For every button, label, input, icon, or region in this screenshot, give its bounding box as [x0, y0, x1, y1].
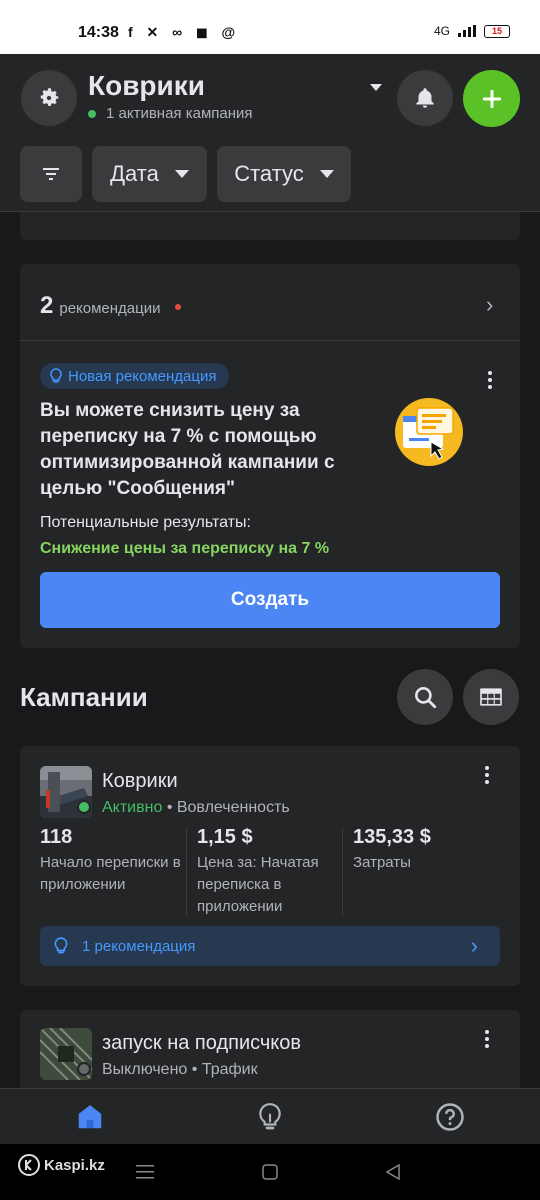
network-label: 4G [433, 24, 450, 38]
account-subtitle: 1 активная кампания [88, 105, 253, 122]
account-title[interactable]: Коврики [88, 70, 205, 102]
table-view-button[interactable] [463, 669, 519, 725]
lightbulb-icon [54, 937, 68, 954]
campaigns-title: Кампании [20, 682, 148, 712]
inactive-status-dot [77, 1062, 91, 1076]
add-campaign-button[interactable] [463, 70, 520, 127]
divider [20, 340, 520, 341]
header: Коврики 1 активная кампания Дата Статус [0, 54, 540, 212]
recommendations-header[interactable]: 2 рекомендации [40, 292, 181, 320]
nav-recommendations[interactable] [254, 1101, 286, 1133]
metric-label: Цена за: Начатая переписка в приложении [197, 854, 319, 915]
campaign-status-line: Выключено • Трафик [102, 1061, 258, 1079]
system-nav-bar: Kaspi.kz [0, 1144, 540, 1200]
messaging-illustration-icon [395, 398, 463, 466]
chevron-down-icon[interactable] [370, 84, 382, 91]
bottom-nav [0, 1088, 540, 1144]
gear-icon [40, 88, 59, 106]
status-filter-label: Статус [234, 161, 304, 186]
potential-results-label: Потенциальные результаты: [40, 514, 251, 531]
search-button[interactable] [397, 669, 453, 725]
metric-spend: 135,33 $ Затраты [353, 826, 503, 874]
recommendation-text: Вы можете снизить цену за переписку на 7… [40, 400, 335, 499]
campaign-objective: • Вовлеченность [166, 799, 290, 816]
chevron-right-icon: › [470, 933, 478, 958]
metric-value: 118 [40, 826, 73, 848]
campaign-card[interactable]: запуск на подписчков Выключено • Трафик [20, 1010, 520, 1088]
campaign-status: Активно [102, 799, 163, 816]
metric-label: Начало переписки в приложении [40, 854, 181, 893]
campaign-recommendation-bar[interactable]: 1 рекомендация › [40, 926, 500, 966]
unread-dot [174, 304, 181, 310]
metric-value: 135,33 $ [353, 826, 431, 848]
campaign-name: запуск на подписчков [102, 1032, 302, 1054]
recommendations-label: рекомендации [59, 300, 161, 317]
lightbulb-icon [50, 368, 62, 383]
metric-value: 1,15 $ [197, 826, 253, 848]
nav-help[interactable] [434, 1101, 466, 1133]
date-filter[interactable]: Дата [92, 146, 207, 202]
metric-cost-per: 1,15 $ Цена за: Начатая переписка в прил… [197, 826, 347, 918]
battery-icon: 15 [484, 24, 510, 38]
status-bar: 14:38 f ✕ ∞ ◼ @ 4G 15 [0, 0, 540, 54]
previous-card [20, 212, 520, 240]
menu-icon[interactable] [136, 1164, 154, 1180]
campaign-status-line: Активно • Вовлеченность [102, 799, 290, 817]
campaign-card[interactable]: Коврики Активно • Вовлеченность 118 Нача… [20, 746, 520, 986]
status-right: 4G 15 [434, 24, 510, 38]
potential-results-value: Снижение цены за переписку на 7 % [40, 540, 330, 557]
more-options-icon[interactable] [484, 766, 490, 784]
active-campaigns-label: 1 активная кампания [106, 105, 253, 122]
home-icon [78, 1105, 102, 1129]
more-options-icon[interactable] [487, 371, 493, 389]
signal-icon [458, 25, 476, 37]
search-icon [415, 687, 437, 709]
metric-divider [186, 828, 187, 916]
watermark: Kaspi.kz [18, 1154, 105, 1176]
help-icon [436, 1103, 464, 1131]
watermark-logo-icon [18, 1154, 40, 1176]
filter-button[interactable] [20, 146, 82, 202]
more-options-icon[interactable] [484, 1030, 490, 1048]
back-icon[interactable] [385, 1163, 401, 1181]
metric-divider [342, 828, 343, 916]
recommendations-count: 2 [40, 292, 54, 319]
campaign-status: Выключено [102, 1061, 188, 1078]
badge-label: Новая рекомендация [68, 367, 217, 385]
campaign-objective: • Трафик [191, 1061, 258, 1078]
plus-icon [482, 89, 501, 108]
recommendations-card: 2 рекомендации › Новая рекомендация Вы м… [20, 264, 520, 648]
chevron-down-icon [319, 170, 334, 178]
create-button[interactable]: Создать [40, 572, 500, 628]
new-recommendation-badge: Новая рекомендация [40, 363, 229, 389]
active-status-dot [77, 800, 91, 814]
metric-conversations: 118 Начало переписки в приложении [40, 826, 185, 896]
date-filter-label: Дата [110, 161, 159, 186]
settings-button[interactable] [21, 70, 77, 126]
active-dot [88, 109, 96, 118]
campaign-recommendation-label: 1 рекомендация [82, 937, 196, 955]
status-time: 14:38 [78, 24, 119, 41]
nav-home[interactable] [74, 1101, 106, 1133]
notifications-button[interactable] [397, 70, 453, 126]
home-square-icon[interactable] [262, 1164, 278, 1180]
notification-icons: f ✕ ∞ ◼ @ [128, 24, 241, 40]
chevron-down-icon [174, 170, 189, 178]
filter-icon [43, 168, 59, 180]
table-icon [480, 688, 502, 706]
metric-label: Затраты [353, 854, 411, 871]
bell-icon [416, 88, 434, 108]
app-screen: Коврики 1 активная кампания Дата Статус … [0, 54, 540, 1088]
chevron-right-icon[interactable]: › [486, 292, 493, 318]
status-filter[interactable]: Статус [217, 146, 351, 202]
lightbulb-icon [259, 1103, 281, 1130]
campaign-name: Коврики [102, 770, 178, 792]
watermark-text: Kaspi.kz [44, 1156, 105, 1174]
